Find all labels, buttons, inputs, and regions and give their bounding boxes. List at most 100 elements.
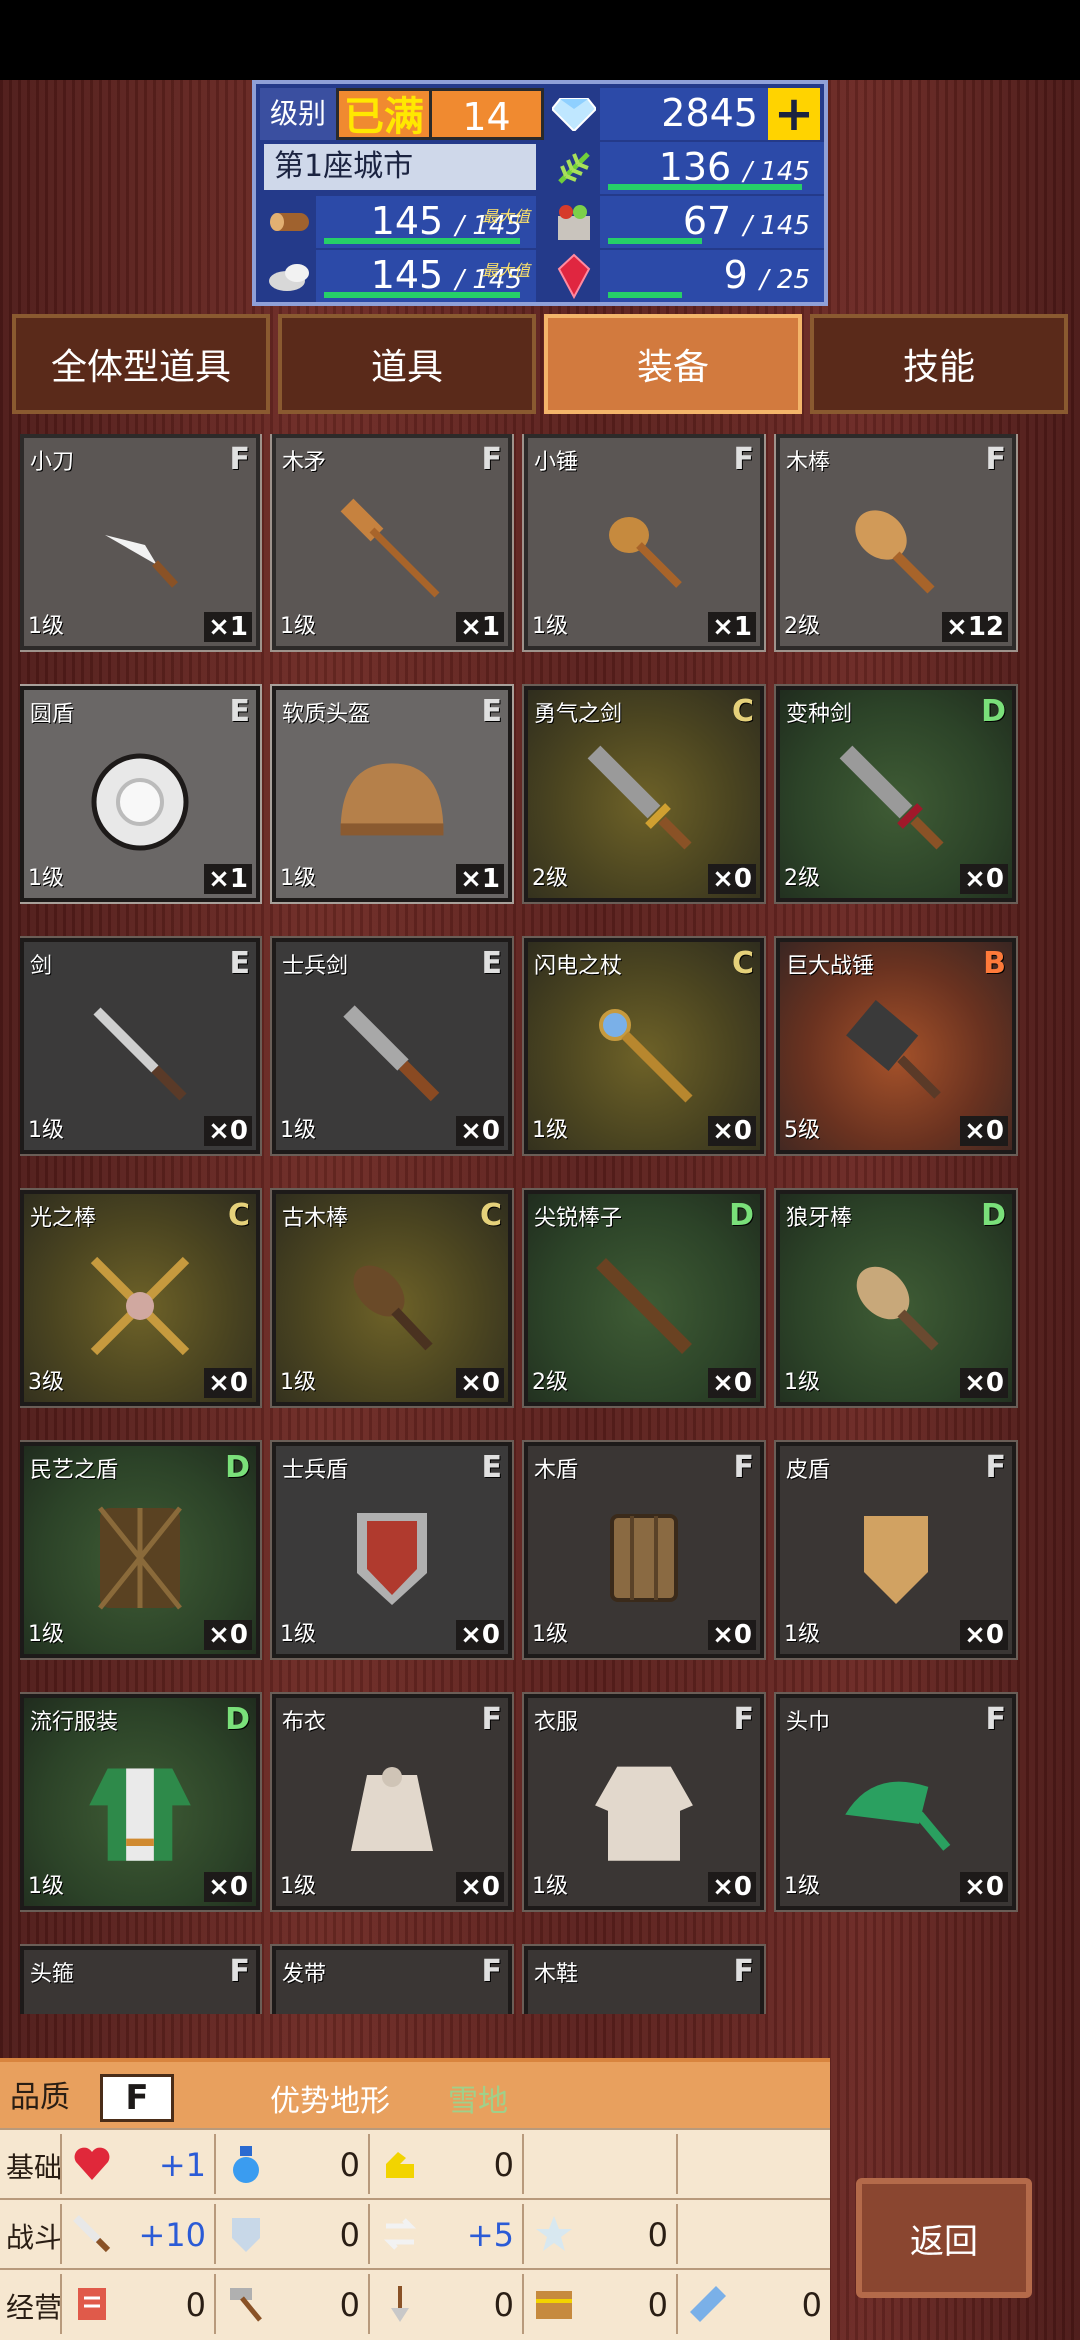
supplies-bar xyxy=(608,238,702,244)
equipment-card[interactable]: 变种剑 D 2级 ×0 xyxy=(774,684,1018,904)
bandana-icon xyxy=(836,1750,956,1870)
equipment-card[interactable]: 木矛 F 1级 ×1 xyxy=(270,434,514,652)
item-name: 狼牙棒 xyxy=(786,1206,853,1231)
item-name: 木棒 xyxy=(786,450,831,475)
item-level: 1级 xyxy=(280,1874,316,1899)
item-rank: F xyxy=(481,442,503,477)
lightning-staff-icon xyxy=(584,994,704,1114)
item-level: 1级 xyxy=(280,1118,316,1143)
defense-shield-icon xyxy=(220,2208,272,2260)
equipment-card[interactable]: 士兵剑 E 1级 ×0 xyxy=(270,936,514,1156)
stat-value: 0 xyxy=(801,2286,822,2324)
diamond-icon xyxy=(548,88,600,140)
item-level: 1级 xyxy=(280,1370,316,1395)
item-rank: D xyxy=(225,1450,250,1485)
item-rank: D xyxy=(981,1198,1006,1233)
item-name: 尖锐棒子 xyxy=(534,1206,623,1231)
supplies-max: 145 xyxy=(760,211,810,241)
equipment-card[interactable]: 衣服 F 1级 ×0 xyxy=(522,1692,766,1912)
info-header: 品质 F 优势地形 雪地 xyxy=(0,2058,830,2128)
item-quantity: ×0 xyxy=(960,1872,1008,1902)
equipment-card[interactable]: 勇气之剑 C 2级 ×0 xyxy=(522,684,766,904)
equipment-card[interactable]: 头箍 F xyxy=(20,1944,262,2014)
equipment-card[interactable]: 剑 E 1级 ×0 xyxy=(20,936,262,1156)
terrain-label: 优势地形 xyxy=(270,2084,390,2119)
item-quantity: ×0 xyxy=(708,1368,756,1398)
item-quantity: ×0 xyxy=(708,864,756,894)
equipment-card[interactable]: 木棒 F 2级 ×12 xyxy=(774,434,1018,652)
equipment-card[interactable]: 木鞋 F xyxy=(522,1944,766,2014)
tab-equipment[interactable]: 装备 xyxy=(544,314,802,414)
item-name: 勇气之剑 xyxy=(534,702,623,727)
equipment-card[interactable]: 民艺之盾 D 1级 ×0 xyxy=(20,1440,262,1660)
item-quantity: ×0 xyxy=(456,1620,504,1650)
equipment-card[interactable]: 尖锐棒子 D 2级 ×0 xyxy=(522,1188,766,1408)
stat-cell: 0 xyxy=(214,2204,368,2264)
equipment-card[interactable]: 布衣 F 1级 ×0 xyxy=(270,1692,514,1912)
soldier-sword-icon xyxy=(332,994,452,1114)
item-name: 光之棒 xyxy=(30,1206,97,1231)
item-quantity: ×0 xyxy=(960,1620,1008,1650)
back-button[interactable]: 返回 xyxy=(856,2178,1032,2298)
item-quantity: ×0 xyxy=(960,1368,1008,1398)
tab-all-items[interactable]: 全体型道具 xyxy=(12,314,270,414)
equipment-card[interactable]: 流行服装 D 1级 ×0 xyxy=(20,1692,262,1912)
item-level: 2级 xyxy=(784,614,820,639)
ruby-bar xyxy=(608,292,682,298)
item-rank: C xyxy=(227,1198,250,1233)
status-bar xyxy=(0,0,1080,80)
food-value: 136 xyxy=(658,145,732,189)
item-name: 民艺之盾 xyxy=(30,1458,119,1483)
item-name: 木鞋 xyxy=(534,1962,579,1987)
ruby-value: 9 xyxy=(723,253,748,297)
stat-cell: 0 xyxy=(522,2204,676,2264)
item-quantity: ×1 xyxy=(708,612,756,642)
equipment-card[interactable]: 闪电之杖 C 1级 ×0 xyxy=(522,936,766,1156)
equipment-card[interactable]: 皮盾 F 1级 ×0 xyxy=(774,1440,1018,1660)
speed-arrows-icon xyxy=(374,2208,426,2260)
item-rank: E xyxy=(229,946,251,981)
headband-icon xyxy=(80,2002,200,2014)
item-level: 5级 xyxy=(784,1118,820,1143)
book-icon xyxy=(66,2278,118,2330)
item-name: 头箍 xyxy=(30,1962,75,1987)
tab-skills[interactable]: 技能 xyxy=(810,314,1068,414)
equipment-card[interactable]: 小锤 F 1级 ×1 xyxy=(522,434,766,652)
stat-value: 0 xyxy=(493,2286,514,2324)
stat-value: 0 xyxy=(647,2216,668,2254)
stat-cell: 0 xyxy=(214,2274,368,2334)
item-name: 流行服装 xyxy=(30,1710,119,1735)
stat-row: 基础 +1 0 0 xyxy=(0,2128,830,2196)
equipment-card[interactable]: 头巾 F 1级 ×0 xyxy=(774,1692,1018,1912)
potion-icon xyxy=(220,2138,272,2190)
stat-cell: +5 xyxy=(368,2204,522,2264)
ancient-club-icon xyxy=(332,1246,452,1366)
equipment-card[interactable]: 光之棒 C 3级 ×0 xyxy=(20,1188,262,1408)
item-quantity: ×1 xyxy=(456,612,504,642)
item-level: 1级 xyxy=(532,1118,568,1143)
terrain-value: 雪地 xyxy=(448,2084,508,2119)
item-rank: D xyxy=(225,1702,250,1737)
stat-cell: 0 xyxy=(214,2134,368,2194)
add-gems-button[interactable]: + xyxy=(768,88,820,140)
equipment-card[interactable]: 古木棒 C 1级 ×0 xyxy=(270,1188,514,1408)
item-quantity: ×0 xyxy=(204,1872,252,1902)
item-level: 1级 xyxy=(28,866,64,891)
equipment-card[interactable]: 木盾 F 1级 ×0 xyxy=(522,1440,766,1660)
equipment-card[interactable]: 发带 F xyxy=(270,1944,514,2014)
tab-items[interactable]: 道具 xyxy=(278,314,536,414)
equipment-card[interactable]: 软质头盔 E 1级 ×1 xyxy=(270,684,514,904)
empty-stat-cell xyxy=(676,2134,830,2194)
stat-cell: +10 xyxy=(60,2204,214,2264)
equipment-card[interactable]: 巨大战锤 B 5级 ×0 xyxy=(774,936,1018,1156)
equipment-card[interactable]: 小刀 F 1级 ×1 xyxy=(20,434,262,652)
stat-value: 0 xyxy=(185,2286,206,2324)
item-quantity: ×0 xyxy=(204,1116,252,1146)
food-stat: 136 / 145 xyxy=(600,142,824,194)
equipment-card[interactable]: 士兵盾 E 1级 ×0 xyxy=(270,1440,514,1660)
sharp-stick-icon xyxy=(584,1246,704,1366)
equipment-card[interactable]: 圆盾 E 1级 ×1 xyxy=(20,684,262,904)
leather-helmet-icon xyxy=(332,742,452,862)
equipment-card[interactable]: 狼牙棒 D 1级 ×0 xyxy=(774,1188,1018,1408)
item-name: 布衣 xyxy=(282,1710,327,1735)
